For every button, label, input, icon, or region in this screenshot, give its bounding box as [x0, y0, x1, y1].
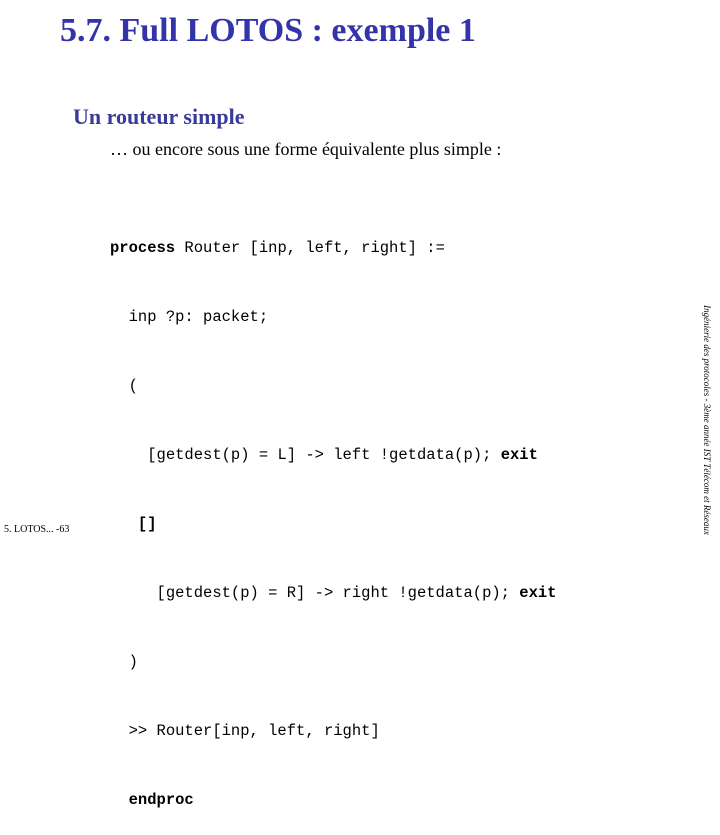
page-footer: 5. LOTOS... -63	[4, 524, 70, 535]
slide-title: 5.7. Full LOTOS : exemple 1	[60, 12, 476, 49]
choice-operator: []	[137, 515, 157, 533]
keyword: process	[110, 239, 176, 257]
code-line: (	[128, 377, 138, 395]
code-line: >> Router[inp, left, right]	[128, 722, 380, 740]
code-line: endproc	[110, 789, 557, 812]
intro-text: … ou encore sous une forme équivalente p…	[110, 139, 502, 159]
keyword: exit	[500, 446, 538, 464]
keyword: exit	[519, 584, 557, 602]
keyword: endproc	[128, 791, 194, 809]
code-line: [getdest(p) = L] -> left !getdata(p); ex…	[147, 446, 538, 464]
code-line: process Router [inp, left, right] :=	[110, 239, 445, 257]
code-line: inp ?p: packet;	[128, 308, 269, 326]
code-line: []	[110, 513, 557, 536]
code-line: )	[128, 653, 138, 671]
side-note: Ingénierie des protocoles - 3ème année I…	[702, 305, 712, 535]
code-block: process Router [inp, left, right] := inp…	[110, 191, 557, 835]
section-subtitle: Un routeur simple	[73, 104, 245, 129]
code-line: [getdest(p) = R] -> right !getdata(p); e…	[156, 584, 557, 602]
